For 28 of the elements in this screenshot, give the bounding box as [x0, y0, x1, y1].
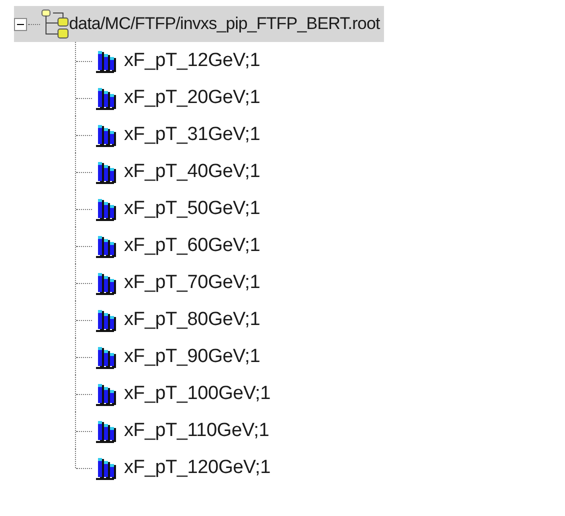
histogram-icon: [94, 48, 118, 72]
histogram-tree-item[interactable]: xF_pT_12GeV;1: [75, 42, 565, 79]
histogram-icon: [94, 122, 118, 146]
histogram-tree-item[interactable]: xF_pT_80GeV;1: [75, 301, 565, 338]
file-tree-icon: [41, 9, 69, 39]
histogram-tree-item[interactable]: xF_pT_40GeV;1: [75, 153, 565, 190]
histogram-tree-item[interactable]: xF_pT_20GeV;1: [75, 79, 565, 116]
histogram-icon: [94, 418, 118, 442]
histogram-tree-item[interactable]: xF_pT_60GeV;1: [75, 227, 565, 264]
histogram-icon: [94, 308, 118, 332]
histogram-icon: [94, 160, 118, 184]
histogram-tree-item[interactable]: xF_pT_70GeV;1: [75, 264, 565, 301]
histogram-icon: [94, 86, 118, 110]
tree-root-row[interactable]: data/MC/FTFP/invxs_pip_FTFP_BERT.root: [14, 6, 384, 42]
histogram-tree-item[interactable]: xF_pT_50GeV;1: [75, 190, 565, 227]
histogram-icon: [94, 234, 118, 258]
histogram-tree-item[interactable]: xF_pT_90GeV;1: [75, 338, 565, 375]
histogram-icon: [94, 344, 118, 368]
histogram-tree-item[interactable]: xF_pT_120GeV;1: [75, 449, 565, 486]
histogram-icon: [94, 270, 118, 294]
histogram-icon: [94, 196, 118, 220]
histogram-icon: [94, 456, 118, 480]
histogram-tree-item[interactable]: xF_pT_100GeV;1: [75, 375, 565, 412]
collapse-icon[interactable]: [14, 18, 27, 30]
histogram-tree-item[interactable]: xF_pT_31GeV;1: [75, 116, 565, 153]
file-path-label: data/MC/FTFP/invxs_pip_FTFP_BERT.root: [69, 14, 380, 34]
histogram-icon: [94, 382, 118, 406]
histogram-tree-item[interactable]: xF_pT_110GeV;1: [75, 412, 565, 449]
